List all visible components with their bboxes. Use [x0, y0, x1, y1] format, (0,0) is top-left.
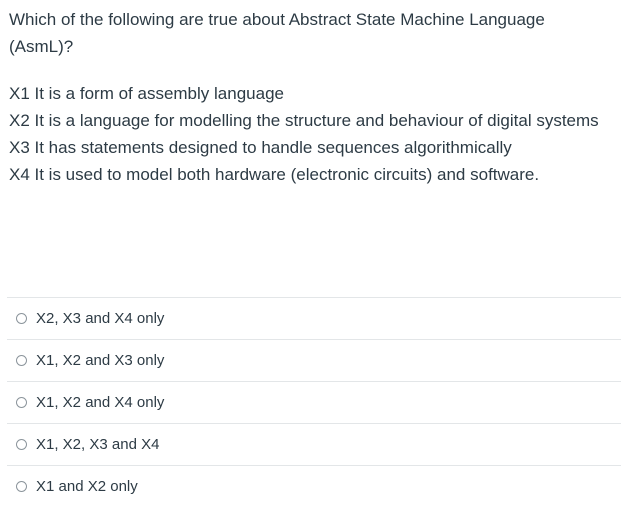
statement-x2: X2 It is a language for modelling the st…	[9, 111, 599, 130]
answer-list: X2, X3 and X4 only X1, X2 and X3 only X1…	[7, 297, 621, 507]
answer-option-1[interactable]: X2, X3 and X4 only	[7, 298, 621, 340]
answer-label[interactable]: X2, X3 and X4 only	[36, 310, 164, 327]
answer-label[interactable]: X1 and X2 only	[36, 478, 138, 495]
radio-button-icon[interactable]	[16, 481, 27, 492]
answer-option-3[interactable]: X1, X2 and X4 only	[7, 382, 621, 424]
answer-option-4[interactable]: X1, X2, X3 and X4	[7, 424, 621, 466]
answer-option-2[interactable]: X1, X2 and X3 only	[7, 340, 621, 382]
question-text: Which of the following are true about Ab…	[9, 6, 609, 188]
radio-button-icon[interactable]	[16, 397, 27, 408]
statement-x1: X1 It is a form of assembly language	[9, 84, 284, 103]
radio-button-icon[interactable]	[16, 313, 27, 324]
statement-list: X1 It is a form of assembly language X2 …	[9, 80, 609, 188]
answer-label[interactable]: X1, X2 and X4 only	[36, 394, 164, 411]
radio-button-icon[interactable]	[16, 355, 27, 366]
statement-x3: X3 It has statements designed to handle …	[9, 138, 512, 157]
answer-label[interactable]: X1, X2, X3 and X4	[36, 436, 159, 453]
answer-label[interactable]: X1, X2 and X3 only	[36, 352, 164, 369]
answer-option-5[interactable]: X1 and X2 only	[7, 466, 621, 507]
radio-button-icon[interactable]	[16, 439, 27, 450]
question-stem: Which of the following are true about Ab…	[9, 10, 545, 56]
statement-x4: X4 It is used to model both hardware (el…	[9, 165, 540, 184]
